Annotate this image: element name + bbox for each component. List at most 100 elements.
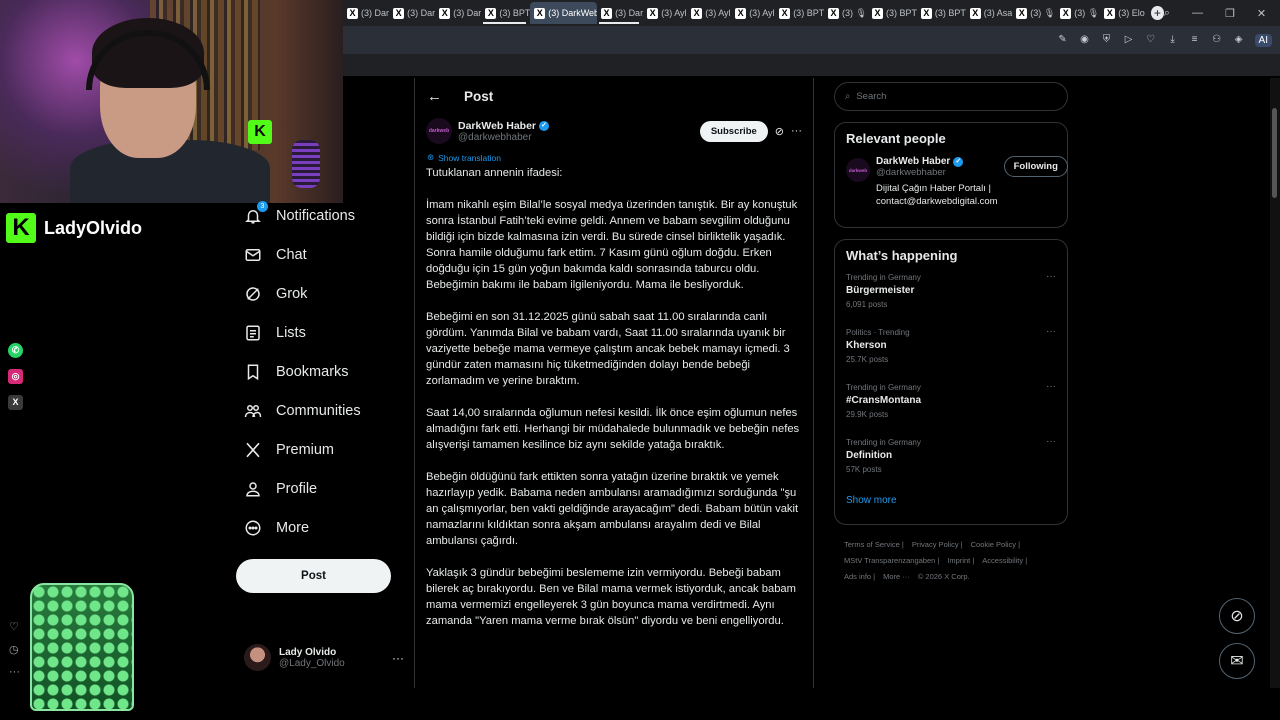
history-icon[interactable]: ◷: [9, 643, 20, 656]
search-tabs-icon[interactable]: ⌕: [1164, 7, 1170, 20]
minimize-icon[interactable]: —: [1192, 7, 1203, 20]
browser-tab[interactable]: X (3) Ayl: [643, 2, 687, 24]
footer-link[interactable]: Cookie Policy |: [971, 540, 1020, 549]
nav-item-chat[interactable]: Chat: [232, 235, 402, 274]
browser-tab[interactable]: X (3) Dar: [597, 2, 643, 24]
scrollbar[interactable]: [1270, 78, 1280, 688]
bookmarks-icon: [244, 363, 262, 381]
tab-indicator: [599, 22, 640, 24]
edit-icon[interactable]: ✎: [1057, 34, 1069, 46]
x-logo-icon: X: [1060, 7, 1072, 19]
browser-tab[interactable]: X (3) 🎙: [1056, 2, 1100, 24]
close-icon[interactable]: ✕: [1257, 7, 1266, 20]
more-icon[interactable]: ···: [1046, 326, 1056, 337]
camera-icon[interactable]: ◉: [1079, 34, 1091, 46]
download-icon[interactable]: ⤓: [1167, 34, 1179, 46]
tab-label: (3) Dar: [615, 8, 644, 18]
more-icon[interactable]: ···: [791, 125, 802, 137]
restore-icon[interactable]: ❐: [1225, 7, 1235, 20]
ai-button[interactable]: AI: [1254, 33, 1272, 47]
footer-link[interactable]: Terms of Service |: [844, 540, 904, 549]
trend-item[interactable]: Politics · Trending Kherson 25.7K posts ···: [846, 326, 1056, 383]
show-more-link[interactable]: Show more: [846, 493, 1056, 510]
x-icon[interactable]: X: [8, 395, 23, 410]
post-button[interactable]: Post: [236, 559, 391, 593]
browser-tab[interactable]: X (3) DarkWeb: [530, 2, 598, 24]
browser-tab[interactable]: X (3) Dar: [435, 2, 481, 24]
browser-tab[interactable]: X (3) 🎙: [1012, 2, 1056, 24]
avatar: [244, 644, 271, 671]
instagram-icon[interactable]: ◎: [8, 369, 23, 384]
more-icon[interactable]: ···: [1046, 271, 1056, 282]
heart-icon[interactable]: ♡: [9, 620, 20, 633]
trend-item[interactable]: Trending in Germany Definition 57K posts ··…: [846, 436, 1056, 493]
relevant-person[interactable]: darkweb DarkWeb Haber ✓ @darkwebhaber Di…: [846, 156, 1068, 208]
footer-link[interactable]: More ···: [883, 572, 910, 581]
heart-icon[interactable]: ♡: [1145, 34, 1157, 46]
browser-tab[interactable]: X (3) 🎙: [824, 2, 868, 24]
footer-link[interactable]: Accessibility |: [982, 556, 1027, 565]
browser-tab[interactable]: X (3) Dar: [389, 2, 435, 24]
shield-icon[interactable]: ⛨: [1101, 34, 1113, 46]
author-name-row[interactable]: DarkWeb Haber ✓: [458, 120, 550, 132]
nav-item-bookmarks[interactable]: Bookmarks: [232, 352, 402, 391]
nav-item-profile[interactable]: Profile: [232, 469, 402, 508]
more-icon[interactable]: ···: [1046, 381, 1056, 392]
avatar[interactable]: darkweb: [846, 158, 870, 182]
following-button[interactable]: Following: [1003, 156, 1068, 177]
premium-icon: [244, 441, 262, 459]
nav-item-communities[interactable]: Communities: [232, 391, 402, 430]
bio-line[interactable]: contact@darkwebdigital.com: [876, 195, 998, 208]
browser-tab[interactable]: X (3) Ayl: [731, 2, 775, 24]
nav-item-notifications[interactable]: 3 Notifications: [232, 196, 402, 235]
page-header: ← Post: [415, 78, 813, 114]
whatsapp-icon[interactable]: ✆: [8, 343, 23, 358]
nav-item-lists[interactable]: Lists: [232, 313, 402, 352]
verified-icon: ✓: [539, 120, 550, 131]
search-input[interactable]: ⌕ Search: [834, 82, 1068, 111]
back-arrow-icon[interactable]: ←: [427, 88, 442, 105]
more-icon[interactable]: ···: [1046, 436, 1056, 447]
browser-tab[interactable]: X (3) Asa: [966, 2, 1013, 24]
trend-item[interactable]: Trending in Germany Bürgermeister 6,091 po…: [846, 271, 1056, 328]
right-sidebar: ⌕ Search Relevant people darkweb DarkWeb…: [834, 82, 1068, 585]
main-column: ← Post darkweb DarkWeb Haber ✓ @darkwebh…: [414, 78, 814, 688]
subscribe-button[interactable]: Subscribe: [699, 120, 768, 142]
footer-link[interactable]: Ads info |: [844, 572, 875, 581]
new-tab-button[interactable]: +: [1151, 6, 1164, 20]
browser-tab[interactable]: X (3) BPT: [917, 2, 966, 24]
extension-icon[interactable]: ◈: [1233, 34, 1245, 46]
channel-name: LadyOlvido: [44, 217, 143, 238]
nav-item-more[interactable]: More: [232, 508, 402, 547]
nav-item-grok[interactable]: Grok: [232, 274, 402, 313]
show-translation-link[interactable]: ⊛ Show translation: [415, 147, 813, 163]
author-name[interactable]: DarkWeb Haber: [458, 120, 536, 132]
trend-item[interactable]: Trending in Germany #CransMontana 29.9K po…: [846, 381, 1056, 438]
messages-fab[interactable]: ✉: [1219, 643, 1255, 679]
menu-icon[interactable]: ≡: [1189, 34, 1201, 46]
author-handle[interactable]: @darkwebhaber: [458, 132, 549, 143]
browser-tab[interactable]: X (3) BPT: [481, 2, 530, 24]
play-icon[interactable]: ▷: [1123, 34, 1135, 46]
footer-link[interactable]: Privacy Policy |: [912, 540, 963, 549]
scroll-thumb[interactable]: [1272, 108, 1277, 198]
nav-item-label: Bookmarks: [276, 363, 349, 380]
browser-tab[interactable]: X (3) BPT: [775, 2, 824, 24]
more-icon[interactable]: ···: [392, 651, 404, 665]
grok-fab[interactable]: ⊘: [1219, 598, 1255, 634]
nav-item-label: Premium: [276, 441, 335, 458]
grok-icon[interactable]: ⊘: [775, 125, 784, 138]
x-logo-icon: X: [1104, 7, 1116, 19]
browser-tab[interactable]: X (3) Elo: [1100, 2, 1145, 24]
account-switcher[interactable]: Lady Olvido @Lady_Olvido ···: [244, 644, 404, 671]
more-icon[interactable]: ···: [9, 666, 20, 678]
footer-link[interactable]: © 2026 X Corp.: [918, 572, 970, 581]
profile-icon[interactable]: ⚇: [1211, 34, 1223, 46]
footer-link[interactable]: Imprint |: [947, 556, 974, 565]
browser-tab[interactable]: X (3) BPT: [868, 2, 917, 24]
nav-item-premium[interactable]: Premium: [232, 430, 402, 469]
author-avatar[interactable]: darkweb: [426, 118, 452, 144]
footer-link[interactable]: MStV Transparenzangaben |: [844, 556, 939, 565]
browser-tab[interactable]: X (3) Ayl: [687, 2, 731, 24]
browser-tab[interactable]: X (3) Dar: [343, 2, 389, 24]
